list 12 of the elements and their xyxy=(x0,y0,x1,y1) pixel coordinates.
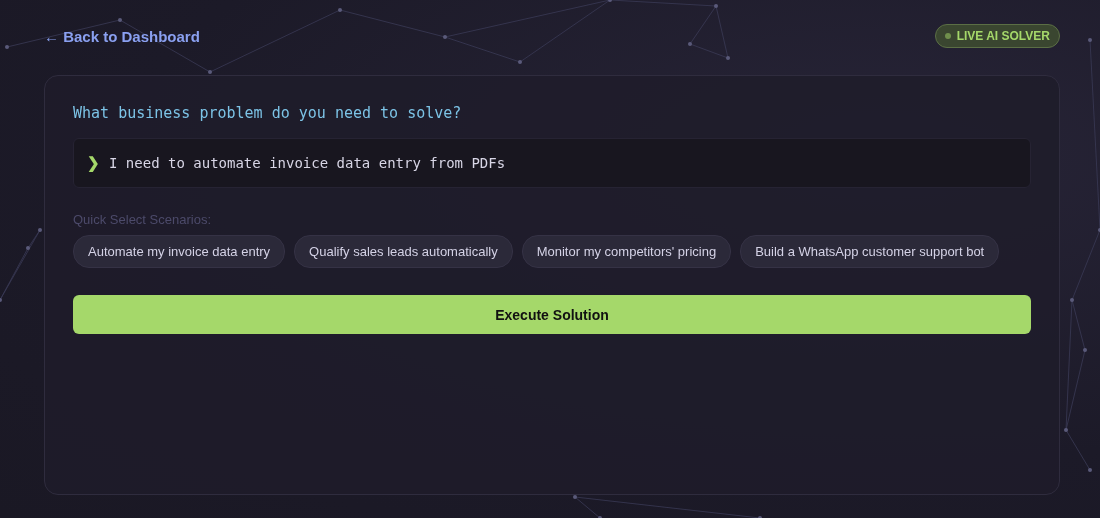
scenario-chip[interactable]: Qualify sales leads automatically xyxy=(294,235,513,268)
prompt-marker: ❯ xyxy=(87,154,100,172)
scenarios-label: Quick Select Scenarios: xyxy=(73,212,212,227)
scenario-chip[interactable]: Automate my invoice data entry xyxy=(73,235,286,268)
execute-button[interactable]: Execute Solution xyxy=(73,295,1031,334)
back-link[interactable]: ← Back to Dashboard xyxy=(44,27,200,45)
question-heading: What business problem do you need to solve? xyxy=(73,104,463,122)
status-dot-icon xyxy=(944,33,951,39)
badge-label: LIVE AI SOLVER xyxy=(956,29,1050,43)
input-field[interactable]: ❯ I need to automate invoice data entry from PDFs xyxy=(73,138,1031,188)
scenario-chip[interactable]: Build a WhatsApp customer support bot xyxy=(740,235,1000,268)
scenario-chip[interactable]: Monitor my competitors' pricing xyxy=(521,235,732,268)
